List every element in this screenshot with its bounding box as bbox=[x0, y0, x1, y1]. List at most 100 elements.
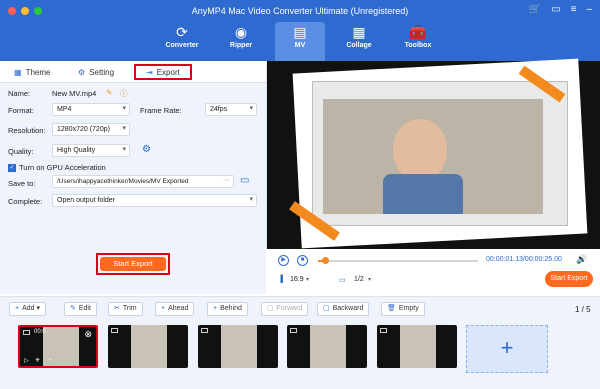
seek-handle[interactable] bbox=[322, 257, 330, 264]
saveto-label: Save to: bbox=[8, 179, 36, 188]
converter-icon: ⟳ bbox=[176, 24, 188, 40]
folder-icon[interactable]: ▭ bbox=[240, 175, 249, 186]
page-value[interactable]: 1/2 bbox=[354, 276, 364, 283]
chevron-down-icon[interactable]: ▾ bbox=[368, 276, 371, 283]
child-shirt bbox=[383, 174, 463, 214]
title-bar: AnyMP4 Mac Video Converter Ultimate (Unr… bbox=[0, 0, 600, 61]
gear-icon: ⚙ bbox=[78, 68, 86, 77]
clip-thumbnail-5[interactable] bbox=[377, 325, 457, 368]
clip-count: 1 / 5 bbox=[575, 305, 591, 314]
chevron-down-icon: ▾ bbox=[249, 105, 253, 112]
plus-icon: + bbox=[15, 305, 20, 312]
video-preview bbox=[267, 58, 600, 249]
start-export-button-highlight[interactable]: Start Export bbox=[96, 253, 170, 275]
resolution-select[interactable]: 1280x720 (720p) ▾ bbox=[52, 123, 130, 136]
ripper-icon: ◉ bbox=[234, 24, 248, 40]
forward-button[interactable]: ▢ Forward bbox=[261, 302, 309, 316]
clip-type-icon bbox=[23, 330, 30, 335]
play-icon[interactable]: ▷ bbox=[24, 357, 29, 364]
nav-collage[interactable]: ▦ Collage bbox=[334, 22, 384, 61]
nav-toolbox[interactable]: 🧰 Toolbox bbox=[393, 22, 443, 61]
aspect-ratio-value[interactable]: 16:9 bbox=[290, 276, 304, 283]
clock-icon[interactable]: ◔ bbox=[48, 358, 52, 364]
timeline-panel: + Add ▾ ✎ Edit ✂ Trim + Ahead + Behind ▢ Forwa… bbox=[0, 296, 600, 389]
mv-icon: ▤ bbox=[293, 24, 307, 40]
scissors-icon: ✂ bbox=[114, 305, 120, 312]
seek-track[interactable] bbox=[318, 257, 478, 264]
framerate-select[interactable]: 24fps ▾ bbox=[205, 103, 257, 116]
start-export-right-button[interactable]: Start Export bbox=[545, 271, 593, 287]
backward-button[interactable]: ▢ Backward bbox=[317, 302, 370, 316]
clip-thumbnail-2[interactable] bbox=[108, 325, 188, 368]
clip-thumbnail-1[interactable]: 00:0 ⊗ ▷ ✳ ◔ bbox=[18, 325, 98, 368]
quality-settings-gear-icon[interactable]: ⚙ bbox=[142, 144, 151, 155]
nav-mv[interactable]: ▤ MV bbox=[275, 22, 325, 61]
edit-icon: ✎ bbox=[70, 305, 76, 312]
browse-dots-button[interactable]: ··· bbox=[223, 176, 230, 186]
chevron-down-icon[interactable]: ▾ bbox=[306, 276, 309, 283]
chat-icon[interactable]: ▭ bbox=[551, 4, 560, 15]
edit-button[interactable]: ✎ Edit bbox=[64, 302, 97, 316]
effect-icon[interactable]: ✳ bbox=[35, 357, 40, 364]
quality-select[interactable]: High Quality ▾ bbox=[52, 144, 130, 157]
chevron-down-icon: ▾ bbox=[249, 196, 253, 203]
child-face bbox=[393, 119, 447, 181]
add-clip-tile[interactable]: + bbox=[466, 325, 548, 373]
tab-setting[interactable]: ⚙ Setting bbox=[78, 65, 114, 81]
tab-theme[interactable]: ▦ Theme bbox=[14, 65, 50, 81]
gpu-acceleration-option[interactable]: ✓ Turn on GPU Acceleration bbox=[8, 163, 106, 173]
trim-button[interactable]: ✂ Trim bbox=[108, 302, 143, 316]
preview-image bbox=[323, 99, 543, 214]
clip-type-icon bbox=[111, 328, 118, 333]
quality-label: Quality: bbox=[8, 147, 34, 156]
framerate-label: Frame Rate: bbox=[140, 106, 182, 115]
format-select[interactable]: MP4 ▾ bbox=[52, 103, 130, 116]
clip-type-icon bbox=[290, 328, 297, 333]
add-button[interactable]: + Add ▾ bbox=[9, 302, 47, 316]
aspect-ratio-icon: ▐ bbox=[278, 276, 283, 283]
remove-clip-icon[interactable]: ⊗ bbox=[84, 329, 92, 340]
nav-ripper[interactable]: ◉ Ripper bbox=[216, 22, 266, 61]
complete-label: Complete: bbox=[8, 197, 43, 206]
complete-select[interactable]: Open output folder ▾ bbox=[52, 194, 257, 207]
collage-icon: ▦ bbox=[352, 24, 366, 40]
theme-icon: ▦ bbox=[14, 68, 22, 77]
clip-time: 00:0 bbox=[34, 329, 46, 335]
toolbar-icons: 🛒 ▭ ≡ – bbox=[529, 4, 592, 15]
time-readout: 00:00:01.13/00:00:25.00 bbox=[486, 256, 562, 263]
clip-type-icon bbox=[380, 328, 387, 333]
behind-button[interactable]: + Behind bbox=[207, 302, 248, 316]
plus-icon: + bbox=[213, 305, 218, 312]
clip-thumbnail-3[interactable] bbox=[198, 325, 278, 368]
panel-tabs: ▦ Theme ⚙ Setting ⇥ Export bbox=[0, 61, 266, 83]
cart-icon[interactable]: 🛒 bbox=[529, 4, 541, 15]
tab-export[interactable]: ⇥ Export bbox=[134, 64, 192, 80]
chevron-down-icon: ▾ bbox=[36, 305, 41, 312]
trash-icon: 🗑 bbox=[387, 305, 396, 312]
empty-button[interactable]: 🗑 Empty bbox=[381, 302, 425, 316]
start-export-button[interactable]: Start Export bbox=[100, 257, 166, 271]
menu-icon[interactable]: ≡ bbox=[571, 4, 577, 15]
stop-button[interactable]: ■ bbox=[297, 255, 308, 266]
toolbox-icon: 🧰 bbox=[409, 24, 427, 40]
minimize-icon[interactable]: – bbox=[586, 4, 592, 15]
chevron-down-icon: ▾ bbox=[122, 146, 126, 153]
chevron-down-icon: ▾ bbox=[122, 125, 126, 132]
plus-icon: + bbox=[161, 305, 166, 312]
clip-image bbox=[221, 325, 257, 368]
play-button[interactable]: ▶ bbox=[278, 255, 289, 266]
ahead-button[interactable]: + Ahead bbox=[155, 302, 195, 316]
info-icon[interactable]: ⓘ bbox=[120, 88, 128, 99]
saveto-path-field[interactable]: /Users/ihappyacethinker/Movies/MV Export… bbox=[52, 175, 234, 188]
name-value[interactable]: New MV.mp4 bbox=[52, 89, 96, 98]
clip-image bbox=[131, 325, 167, 368]
forward-icon: ▢ bbox=[267, 305, 274, 312]
volume-icon[interactable]: 🔊 bbox=[576, 254, 587, 265]
clip-thumbnail-4[interactable] bbox=[287, 325, 367, 368]
edit-name-icon[interactable]: ✎ bbox=[106, 88, 112, 97]
format-label: Format: bbox=[8, 106, 34, 115]
name-label: Name: bbox=[8, 89, 31, 98]
nav-converter[interactable]: ⟳ Converter bbox=[157, 22, 207, 61]
chevron-down-icon: ▾ bbox=[122, 105, 126, 112]
gpu-checkbox[interactable]: ✓ bbox=[8, 164, 16, 173]
